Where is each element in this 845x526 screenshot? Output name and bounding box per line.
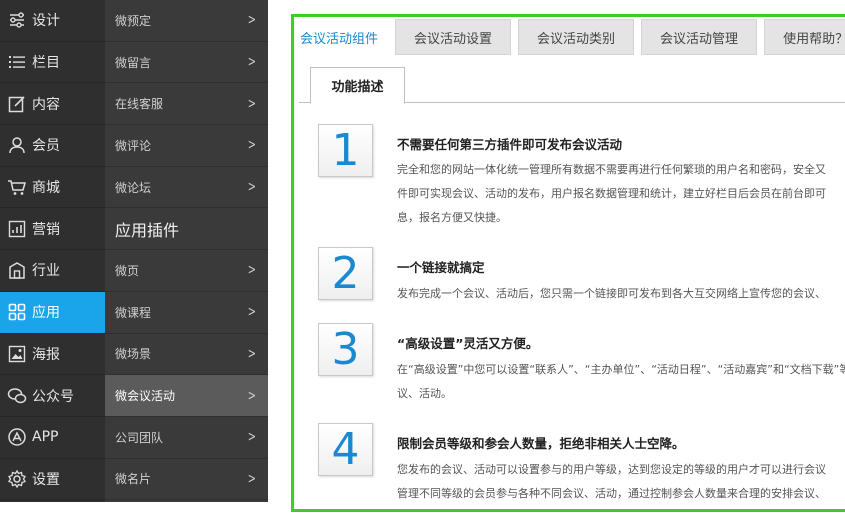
feature-description-line: 您发布的会议、活动可以设置参与的用户等级，达到您设定的等级的用户才可以进行会议 [397,463,826,476]
feature-title: 限制会员等级和参会人数量，拒绝非相关人士空降。 [397,436,685,451]
sub-nav-label: 微留言 [115,55,152,70]
poster-icon [6,343,28,365]
tab-help[interactable]: 使用帮助？ [764,19,845,55]
sub-nav-label: 微会议活动 [115,389,176,404]
sub-nav-item[interactable]: 微页 > [105,250,268,292]
sub-nav-label: 微预定 [115,13,152,28]
sub-nav-label: 微页 [115,263,140,278]
feature-description-line: 件即可实现会议、活动的发布，用户报名数据管理和统计，建立好栏目后会员在前台即可 [397,187,826,200]
feature-description-line: 完全和您的网站一体化统一管理所有数据不需要再进行任何繁琐的用户名和密码，安全又 [397,163,826,176]
chevron-right-icon: > [248,95,257,112]
main-nav-columns[interactable]: 栏目 [0,42,105,84]
main-nav-marketing[interactable]: 营销 [0,208,105,251]
sub-nav-item[interactable]: 微论坛 > [105,167,268,209]
main-nav-industry[interactable]: 行业 [0,250,105,292]
chevron-right-icon: > [248,262,257,279]
gear-icon [6,468,28,490]
feature-description-line: 在“高级设置”中您可以设置“联系人”、“主办单位”、“活动日程”、“活动嘉宾”和… [397,363,845,376]
main-nav-members[interactable]: 会员 [0,125,105,167]
chevron-right-icon: > [248,345,257,362]
sub-nav-label: 在线客服 [115,97,164,112]
sub-nav-item[interactable]: 微评论 > [105,125,268,167]
sub-nav-section-header: 应用插件 [105,208,268,251]
feature-number: 2 [318,247,373,300]
sub-nav-item[interactable]: 公司团队 > [105,417,268,459]
chevron-right-icon: > [248,387,257,404]
sub-nav-item[interactable]: 在线客服 > [105,83,268,126]
chevron-right-icon: > [248,470,257,487]
main-nav-label: 会员 [32,138,60,155]
feature-description-line: 息，报名方便又快捷。 [397,211,507,224]
feature-title: 一个链接就搞定 [397,260,485,275]
section-header-label: 应用插件 [115,220,180,240]
tab-meeting-settings[interactable]: 会议活动设置 [395,19,512,55]
main-nav-poster[interactable]: 海报 [0,334,105,376]
chart-icon [6,218,28,240]
wechat-icon [6,385,28,407]
main-nav-label: 设计 [32,13,60,30]
tab-bar: 会议活动组件 会议活动设置 会议活动类别 会议活动管理 使用帮助？ [294,17,845,55]
list-icon [6,51,28,73]
tab-meeting-management[interactable]: 会议活动管理 [641,19,758,55]
cart-icon [6,176,28,198]
feature-number: 1 [318,124,373,177]
sub-nav-label: 微名片 [115,472,152,487]
industry-icon [6,259,28,281]
chevron-right-icon: > [248,54,257,71]
main-nav-label: 营销 [32,221,60,238]
sub-nav-item[interactable]: 微名片 > [105,459,268,501]
main-nav-label: 设置 [32,471,60,488]
main-nav-apps[interactable]: 应用 [0,291,105,334]
main-nav-label: 应用 [32,305,60,322]
main-nav-label: 海报 [32,346,60,363]
tab-meeting-categories[interactable]: 会议活动类别 [518,19,635,55]
chevron-right-icon: > [248,179,257,196]
chevron-right-icon: > [248,429,257,446]
feature-title: “高级设置”灵活又方便。 [397,336,539,351]
chevron-right-icon: > [248,304,257,321]
feature-title: 不需要任何第三方插件即可发布会议活动 [397,137,623,152]
design-icon [6,9,28,31]
main-sidebar: 设计 栏目 内容 会员 商城 营销 行业 应用 海报 公众号 APP 设置 [0,0,105,502]
sub-nav-label: 微论坛 [115,180,152,195]
feature-number: 3 [318,323,373,376]
subtab-bar: 功能描述 [299,65,845,104]
chevron-right-icon: > [248,12,257,29]
apps-icon [6,301,28,323]
main-nav-design[interactable]: 设计 [0,0,105,42]
feature-description-line: 议、活动。 [397,387,452,400]
sub-nav-label: 微课程 [115,305,152,320]
main-nav-mall[interactable]: 商城 [0,167,105,209]
main-nav-label: 栏目 [32,55,60,72]
feature-description-line: 发布完成一个会议、活动后，您只需一个链接即可发布到各大互交网络上宣传您的会议、 [397,287,826,300]
subtab-feature-description[interactable]: 功能描述 [310,67,405,104]
main-nav-label: 公众号 [32,388,74,405]
sub-nav-item-active[interactable]: 微会议活动 > [105,375,268,417]
user-icon [6,134,28,156]
app-store-icon [6,426,28,448]
sub-nav-label: 公司团队 [115,430,164,445]
sub-nav-item[interactable]: 微预定 > [105,0,268,42]
tab-meeting-component[interactable]: 会议活动组件 [294,19,389,55]
main-nav-wechat[interactable]: 公众号 [0,375,105,417]
sub-nav-label: 微评论 [115,138,152,153]
main-nav-label: 商城 [32,180,60,197]
sub-sidebar: 微预定 > 微留言 > 在线客服 > 微评论 > 微论坛 > 应用插件 微页 > 微课程 > … [105,0,268,502]
sub-nav-item[interactable]: 微留言 > [105,42,268,84]
sub-nav-item[interactable]: 微课程 > [105,292,268,334]
feature-number: 4 [318,423,373,476]
main-nav-content[interactable]: 内容 [0,83,105,126]
edit-icon [6,93,28,115]
main-nav-settings[interactable]: 设置 [0,459,105,501]
sub-nav-item[interactable]: 微场景 > [105,334,268,376]
chevron-right-icon: > [248,137,257,154]
main-nav-label: 内容 [32,96,60,113]
feature-description-line: 管理不同等级的会员参与各种不同会议、活动，通过控制参会人数量来合理的安排会议、 [397,487,826,500]
main-nav-label: 行业 [32,263,60,280]
main-nav-app[interactable]: APP [0,417,105,459]
main-nav-label: APP [32,429,59,446]
sub-nav-label: 微场景 [115,347,152,362]
content-panel: 会议活动组件 会议活动设置 会议活动类别 会议活动管理 使用帮助？ 功能描述 1… [291,14,845,512]
